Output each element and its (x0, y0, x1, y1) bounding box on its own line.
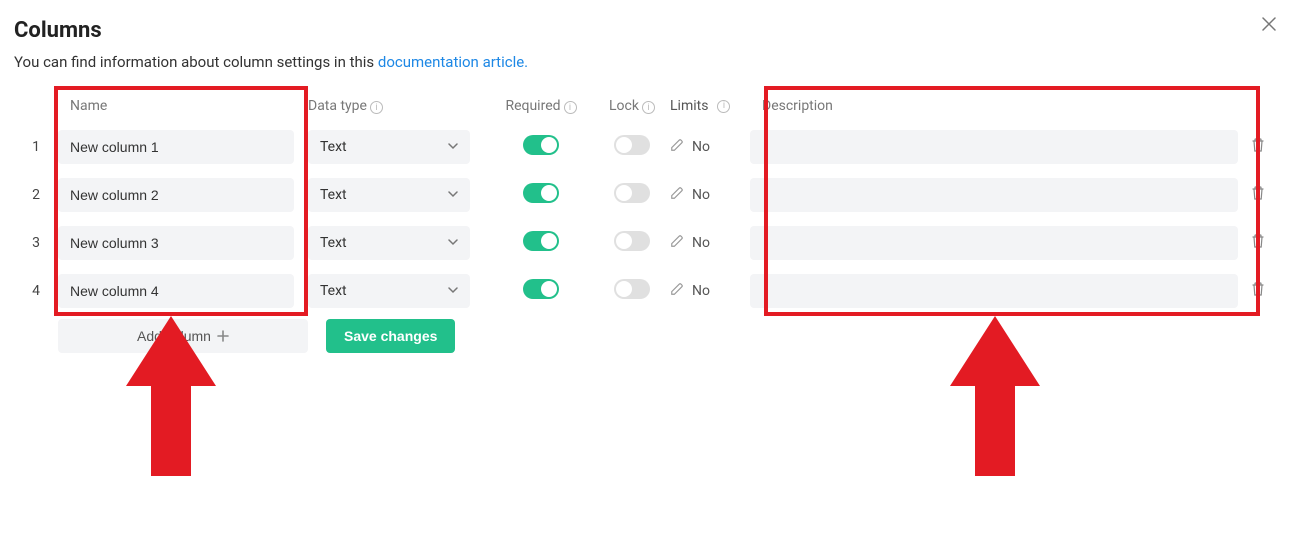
limits-value: No (692, 139, 710, 155)
close-icon[interactable] (1253, 14, 1285, 39)
datatype-value: Text (320, 283, 347, 299)
table-row: 1 Text No (14, 123, 1285, 171)
pencil-icon (670, 186, 684, 204)
required-toggle[interactable] (523, 183, 559, 203)
table-row: 2 Text No (14, 171, 1285, 219)
limits-value: No (692, 235, 710, 251)
chevron-down-icon (448, 284, 458, 298)
required-toggle[interactable] (523, 279, 559, 299)
lock-toggle[interactable] (614, 135, 650, 155)
limits-value: No (692, 187, 710, 203)
header-required: Requiredi (488, 98, 594, 115)
name-input[interactable] (58, 274, 294, 308)
datatype-select[interactable]: Text (308, 226, 470, 260)
name-input[interactable] (58, 226, 294, 260)
limits-cell[interactable]: No (670, 186, 710, 204)
pencil-icon (670, 234, 684, 252)
info-icon[interactable]: i (717, 100, 730, 113)
add-column-button[interactable]: Add column (58, 319, 308, 353)
header-limits: Limitsi (670, 98, 750, 114)
description-input[interactable] (750, 274, 1238, 308)
lock-toggle[interactable] (614, 183, 650, 203)
row-index: 3 (14, 235, 58, 251)
datatype-value: Text (320, 139, 347, 155)
lock-toggle[interactable] (614, 279, 650, 299)
footer-row: Add column Save changes (14, 319, 1285, 353)
row-index: 1 (14, 139, 58, 155)
header-lock: Locki (594, 98, 670, 115)
required-toggle[interactable] (523, 231, 559, 251)
datatype-value: Text (320, 235, 347, 251)
plus-icon (217, 330, 229, 342)
info-icon[interactable]: i (642, 101, 655, 114)
pencil-icon (670, 138, 684, 156)
table-header: Name Data typei Requiredi Locki Limitsi … (14, 89, 1285, 123)
page-title: Columns (14, 18, 102, 43)
name-input[interactable] (58, 130, 294, 164)
subtitle: You can find information about column se… (14, 53, 1285, 71)
documentation-link[interactable]: documentation article. (378, 53, 528, 71)
table-row: 4 Text No (14, 267, 1285, 315)
delete-button[interactable] (1238, 185, 1278, 205)
row-index: 2 (14, 187, 58, 203)
save-button[interactable]: Save changes (326, 319, 455, 353)
info-icon[interactable]: i (370, 101, 383, 114)
description-input[interactable] (750, 178, 1238, 212)
limits-value: No (692, 283, 710, 299)
description-input[interactable] (750, 130, 1238, 164)
delete-button[interactable] (1238, 233, 1278, 253)
limits-cell[interactable]: No (670, 234, 710, 252)
required-toggle[interactable] (523, 135, 559, 155)
header-datatype: Data typei (308, 98, 488, 115)
header-name: Name (58, 98, 308, 114)
description-input[interactable] (750, 226, 1238, 260)
header-description: Description (750, 98, 1238, 114)
delete-button[interactable] (1238, 137, 1278, 157)
delete-button[interactable] (1238, 281, 1278, 301)
info-icon[interactable]: i (564, 101, 577, 114)
datatype-value: Text (320, 187, 347, 203)
datatype-select[interactable]: Text (308, 130, 470, 164)
datatype-select[interactable]: Text (308, 178, 470, 212)
chevron-down-icon (448, 188, 458, 202)
pencil-icon (670, 282, 684, 300)
datatype-select[interactable]: Text (308, 274, 470, 308)
columns-table: Name Data typei Requiredi Locki Limitsi … (14, 89, 1285, 353)
name-input[interactable] (58, 178, 294, 212)
lock-toggle[interactable] (614, 231, 650, 251)
table-row: 3 Text No (14, 219, 1285, 267)
subtitle-text: You can find information about column se… (14, 53, 378, 71)
limits-cell[interactable]: No (670, 282, 710, 300)
chevron-down-icon (448, 140, 458, 154)
chevron-down-icon (448, 236, 458, 250)
limits-cell[interactable]: No (670, 138, 710, 156)
row-index: 4 (14, 283, 58, 299)
